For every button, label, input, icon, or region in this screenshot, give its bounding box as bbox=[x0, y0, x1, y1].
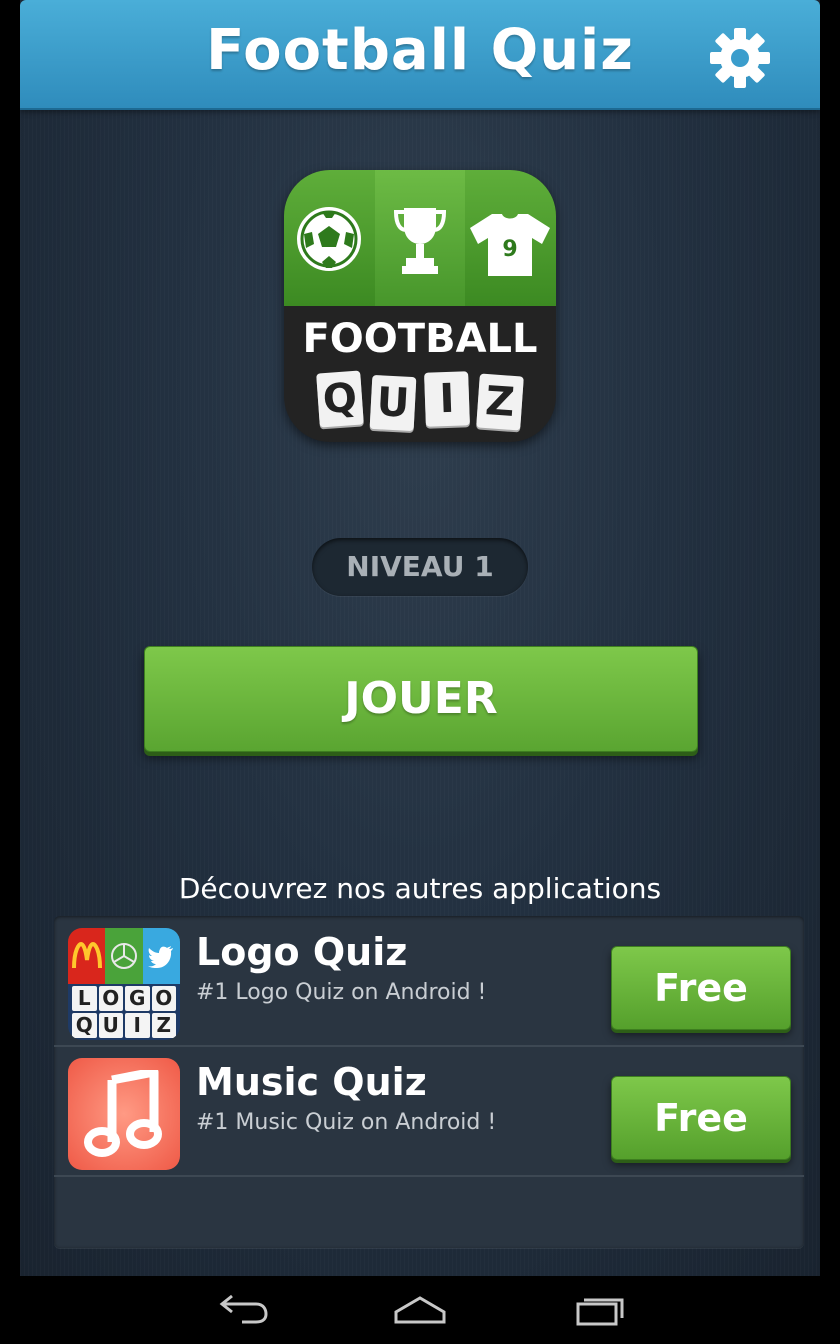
soccer-ball-icon bbox=[297, 207, 361, 271]
header-bar: Football Quiz bbox=[20, 0, 820, 110]
settings-gear-icon[interactable] bbox=[708, 26, 772, 90]
logo-word: FOOTBALL bbox=[302, 316, 538, 362]
back-icon[interactable] bbox=[212, 1290, 272, 1330]
jersey-number: 9 bbox=[502, 237, 517, 262]
music-note-icon bbox=[84, 1070, 162, 1157]
logo-quiz-letter: L bbox=[72, 986, 97, 1011]
mcdonalds-logo-icon bbox=[71, 942, 102, 969]
music-quiz-icon[interactable] bbox=[68, 1058, 180, 1170]
app-list-item[interactable]: L O G O Q U I Z Logo Quiz #1 Logo Quiz o… bbox=[54, 916, 804, 1047]
level-badge: NIVEAU 1 bbox=[312, 538, 528, 596]
app-name: Logo Quiz bbox=[196, 930, 408, 974]
logo-quiz-letter: I bbox=[125, 1013, 150, 1038]
free-button[interactable]: Free bbox=[611, 946, 791, 1030]
play-button[interactable]: JOUER bbox=[144, 646, 698, 752]
football-quiz-logo: 9 FOOTBALL Q U I Z bbox=[284, 170, 556, 442]
app-title: Football Quiz bbox=[206, 18, 634, 83]
logo-quiz-letter: O bbox=[98, 986, 123, 1011]
logo-quiz-tiles: Q U I Z bbox=[316, 370, 524, 432]
home-icon[interactable] bbox=[390, 1290, 450, 1330]
other-apps-list: L O G O Q U I Z Logo Quiz #1 Logo Quiz o… bbox=[54, 916, 804, 1248]
logo-tile: U bbox=[369, 374, 417, 432]
logo-tile: Z bbox=[476, 373, 524, 431]
logo-tile: I bbox=[423, 371, 470, 427]
system-nav-bar bbox=[0, 1276, 840, 1344]
logo-tile: Q bbox=[316, 370, 364, 428]
app-name: Music Quiz bbox=[196, 1060, 427, 1104]
logo-quiz-letter: Q bbox=[72, 1013, 97, 1038]
logo-quiz-letter: U bbox=[98, 1013, 123, 1038]
logo-quiz-icon[interactable]: L O G O Q U I Z bbox=[68, 928, 180, 1040]
empty-list-slot bbox=[54, 1177, 804, 1248]
logo-quiz-letter: Z bbox=[151, 1013, 176, 1038]
app-screen: Football Quiz 9 FOOTBALL Q U I Z NIVEAU … bbox=[20, 0, 820, 1276]
jersey-icon: 9 bbox=[470, 214, 550, 276]
app-list-item[interactable]: Music Quiz #1 Music Quiz on Android ! Fr… bbox=[54, 1046, 804, 1177]
app-description: #1 Logo Quiz on Android ! bbox=[196, 980, 487, 1005]
discover-heading: Découvrez nos autres applications bbox=[178, 872, 662, 905]
app-description: #1 Music Quiz on Android ! bbox=[196, 1110, 497, 1135]
logo-quiz-letter: O bbox=[151, 986, 176, 1011]
twitter-bird-icon bbox=[148, 946, 174, 968]
recent-apps-icon[interactable] bbox=[570, 1290, 630, 1330]
logo-quiz-letter: G bbox=[125, 986, 150, 1011]
mercedes-logo-icon bbox=[110, 943, 137, 969]
free-button[interactable]: Free bbox=[611, 1076, 791, 1160]
trophy-icon bbox=[393, 208, 447, 274]
